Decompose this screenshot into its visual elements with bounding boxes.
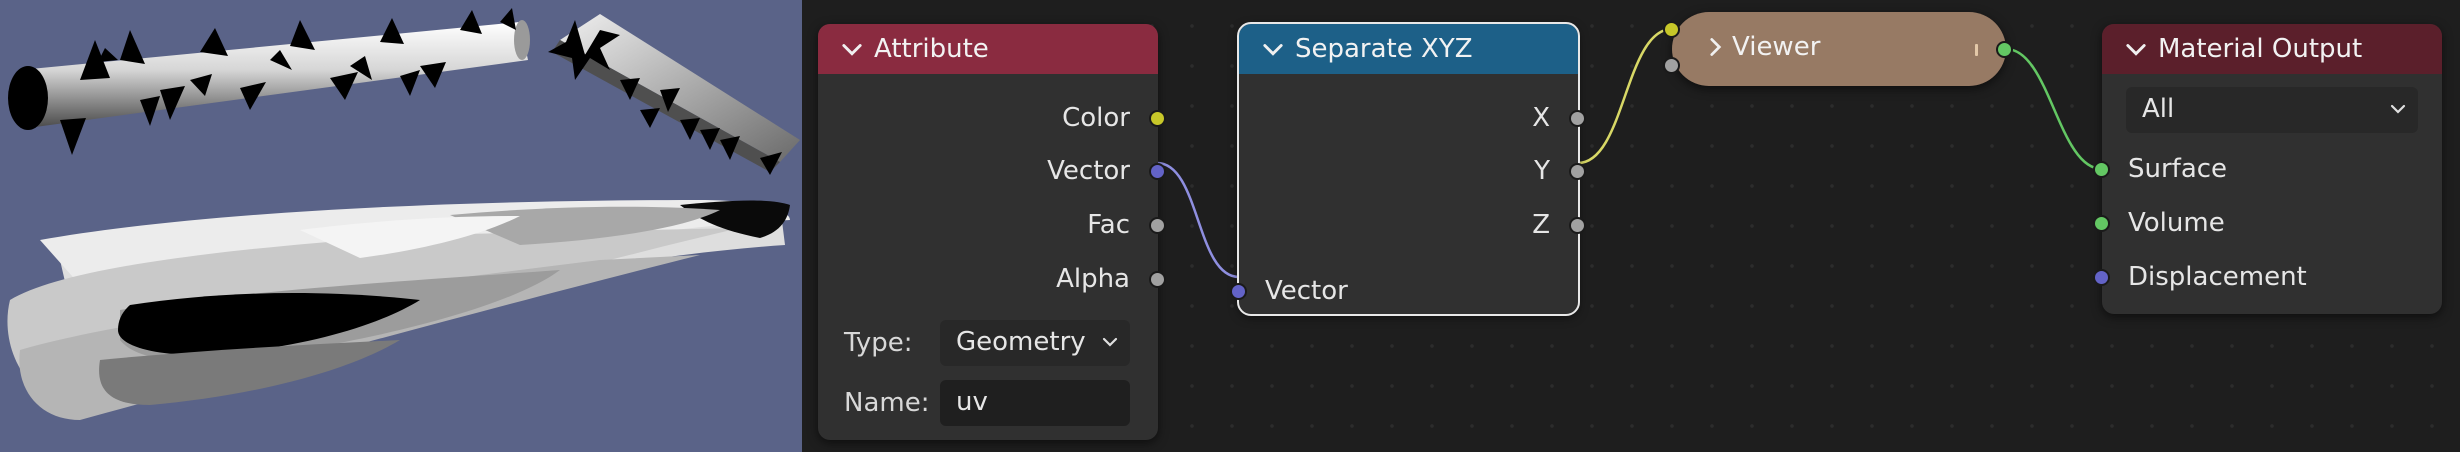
viewer-active-indicator bbox=[1975, 44, 1978, 56]
socket-displacement-input[interactable] bbox=[2093, 269, 2110, 286]
chevron-down-icon[interactable] bbox=[838, 35, 866, 63]
viewer-socket-second-input[interactable] bbox=[1663, 57, 1680, 74]
name-input-value: uv bbox=[956, 387, 988, 417]
viewer-node[interactable]: Viewer bbox=[1663, 12, 2013, 86]
output-vector-label: Vector bbox=[1047, 156, 1130, 186]
attribute-node-header[interactable]: Attribute bbox=[818, 24, 1158, 74]
material-output-node[interactable]: Material Output All Surface Volume Displ… bbox=[2093, 24, 2442, 314]
separate-xyz-node-header[interactable]: Separate XYZ bbox=[1239, 24, 1578, 74]
type-dropdown[interactable]: Geometry bbox=[940, 320, 1130, 366]
viewport-render bbox=[7, 8, 800, 420]
socket-color-output[interactable] bbox=[1149, 110, 1166, 127]
output-fac-label: Fac bbox=[1087, 210, 1130, 240]
separate-xyz-node-title: Separate XYZ bbox=[1295, 34, 1473, 64]
input-vector-label: Vector bbox=[1265, 276, 1348, 306]
name-input[interactable]: uv bbox=[940, 380, 1130, 426]
3d-viewport[interactable] bbox=[0, 0, 802, 452]
output-z-label: Z bbox=[1532, 210, 1550, 240]
socket-vector-output[interactable] bbox=[1149, 163, 1166, 180]
viewer-node-title: Viewer bbox=[1732, 32, 1821, 62]
socket-vector-input[interactable] bbox=[1230, 283, 1247, 300]
output-y-label: Y bbox=[1534, 156, 1550, 186]
material-output-node-header[interactable]: Material Output bbox=[2102, 24, 2442, 74]
target-dropdown-value: All bbox=[2142, 94, 2175, 124]
name-label: Name: bbox=[844, 388, 930, 418]
socket-y-output[interactable] bbox=[1569, 163, 1586, 180]
input-volume-label: Volume bbox=[2128, 208, 2225, 238]
socket-fac-output[interactable] bbox=[1149, 217, 1166, 234]
output-alpha-label: Alpha bbox=[1056, 264, 1130, 294]
attribute-node-title: Attribute bbox=[874, 34, 989, 64]
socket-x-output[interactable] bbox=[1569, 110, 1586, 127]
input-displacement-label: Displacement bbox=[2128, 262, 2307, 292]
type-label: Type: bbox=[844, 328, 913, 358]
chevron-down-icon[interactable] bbox=[2122, 35, 2150, 63]
socket-alpha-output[interactable] bbox=[1149, 271, 1166, 288]
socket-z-output[interactable] bbox=[1569, 217, 1586, 234]
type-dropdown-value: Geometry bbox=[956, 327, 1086, 357]
target-dropdown[interactable]: All bbox=[2126, 87, 2418, 133]
input-surface-label: Surface bbox=[2128, 154, 2228, 184]
dropdown-arrow-icon bbox=[1102, 337, 1118, 347]
chevron-down-icon[interactable] bbox=[1259, 35, 1287, 63]
separate-xyz-node[interactable]: Separate XYZ X Y Z Vector bbox=[1230, 22, 1586, 316]
material-output-node-title: Material Output bbox=[2158, 34, 2363, 64]
dropdown-arrow-icon bbox=[2390, 104, 2406, 114]
attribute-node[interactable]: Attribute Color Vector Fac Alpha Type: G… bbox=[818, 24, 1166, 440]
socket-surface-input[interactable] bbox=[2093, 161, 2110, 178]
output-x-label: X bbox=[1532, 103, 1550, 133]
socket-volume-input[interactable] bbox=[2093, 215, 2110, 232]
viewer-socket-value-input[interactable] bbox=[1663, 21, 1680, 38]
output-color-label: Color bbox=[1062, 103, 1130, 133]
viewer-socket-shader-output[interactable] bbox=[1996, 41, 2013, 58]
chevron-right-icon[interactable] bbox=[1702, 34, 1728, 60]
